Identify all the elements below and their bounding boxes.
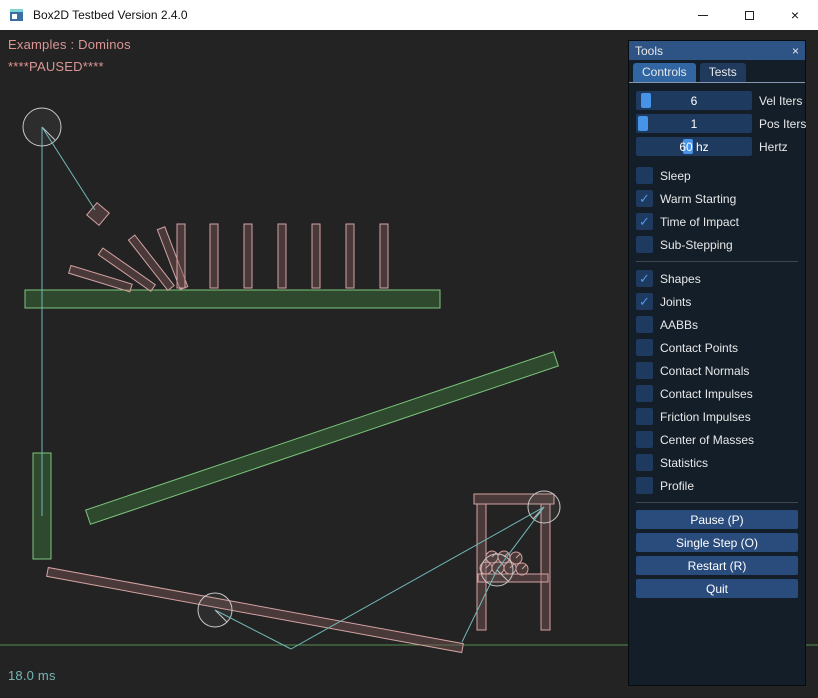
warm-starting-label: Warm Starting [660,192,736,206]
checkbox-row-aabbs: AABBs [636,315,798,334]
maximize-button[interactable] [726,0,772,30]
checkbox-row-center-of-masses: Center of Masses [636,430,798,449]
example-label: Examples : Dominos [8,37,131,52]
contact-points-checkbox[interactable] [636,339,653,356]
window-title: Box2D Testbed Version 2.4.0 [33,8,188,22]
check-icon: ✓ [639,295,650,308]
close-icon: × [791,8,799,22]
vel-iters-slider[interactable]: 6 [636,91,752,110]
checkbox-row-statistics: Statistics [636,453,798,472]
pos-iters-row: 1 Pos Iters [636,114,798,133]
separator [636,502,798,503]
vel-iters-value: 6 [636,91,752,110]
time-of-impact-label: Time of Impact [660,215,739,229]
checkbox-row-contact-impulses: Contact Impulses [636,384,798,403]
tab-controls[interactable]: Controls [633,63,696,82]
checkbox-row-sub-stepping: Sub-Stepping [636,235,798,254]
standing-dominos[interactable] [177,224,388,288]
contact-normals-label: Contact Normals [660,364,749,378]
static-shelf [25,290,440,308]
sub-stepping-checkbox[interactable] [636,236,653,253]
pos-iters-label: Pos Iters [759,117,806,131]
pos-iters-slider[interactable]: 1 [636,114,752,133]
checkbox-row-profile: Profile [636,476,798,495]
tools-body: 6 Vel Iters 1 Pos Iters 60 hz Hertz Slee… [629,83,805,598]
center-of-masses-checkbox[interactable] [636,431,653,448]
aabbs-checkbox[interactable] [636,316,653,333]
box2d-testbed-window: { "window": { "title": "Box2D Testbed Ve… [0,0,818,698]
maximize-icon [745,11,754,20]
tools-panel-titlebar[interactable]: Tools × [629,41,805,60]
minimize-button[interactable] [680,0,726,30]
statistics-checkbox[interactable] [636,454,653,471]
checkbox-row-contact-points: Contact Points [636,338,798,357]
frame-time-label: 18.0 ms [8,668,56,683]
warm-starting-checkbox[interactable]: ✓ [636,190,653,207]
center-of-masses-label: Center of Masses [660,433,754,447]
checkbox-row-friction-impulses: Friction Impulses [636,407,798,426]
hinged-box[interactable] [87,203,110,226]
sub-stepping-label: Sub-Stepping [660,238,733,252]
profile-label: Profile [660,479,694,493]
checkbox-row-contact-normals: Contact Normals [636,361,798,380]
friction-impulses-checkbox[interactable] [636,408,653,425]
sleep-label: Sleep [660,169,691,183]
tools-panel-title: Tools [635,44,663,58]
aabbs-label: AABBs [660,318,698,332]
contact-impulses-label: Contact Impulses [660,387,753,401]
separator [636,261,798,262]
hertz-row: 60 hz Hertz [636,137,798,156]
checkbox-row-sleep: Sleep [636,166,798,185]
seesaw-plank[interactable] [47,567,464,652]
close-button[interactable]: × [772,0,818,30]
tools-close-icon[interactable]: × [792,45,799,57]
paused-label: ****PAUSED**** [8,59,104,74]
time-of-impact-checkbox[interactable]: ✓ [636,213,653,230]
hertz-value: 60 hz [636,137,752,156]
window-titlebar[interactable]: Box2D Testbed Version 2.4.0 × [0,0,818,30]
pause-button[interactable]: Pause (P) [636,510,798,529]
statistics-label: Statistics [660,456,708,470]
vel-iters-row: 6 Vel Iters [636,91,798,110]
sleep-checkbox[interactable] [636,167,653,184]
restart-button[interactable]: Restart (R) [636,556,798,575]
joints-checkbox[interactable]: ✓ [636,293,653,310]
check-icon: ✓ [639,215,650,228]
minimize-icon [698,15,708,16]
hertz-slider[interactable]: 60 hz [636,137,752,156]
fallen-dominos[interactable] [69,227,188,292]
single-step-button[interactable]: Single Step (O) [636,533,798,552]
checkbox-row-warm-starting: ✓ Warm Starting [636,189,798,208]
shapes-label: Shapes [660,272,701,286]
quit-button[interactable]: Quit [636,579,798,598]
joints-label: Joints [660,295,691,309]
profile-checkbox[interactable] [636,477,653,494]
shapes-checkbox[interactable]: ✓ [636,270,653,287]
app-icon [9,7,25,23]
checkbox-row-time-of-impact: ✓ Time of Impact [636,212,798,231]
tools-panel: Tools × Controls Tests 6 Vel Iters 1 Pos… [628,40,806,686]
vel-iters-label: Vel Iters [759,94,802,108]
pos-iters-value: 1 [636,114,752,133]
tools-tabbar: Controls Tests [629,60,805,83]
hertz-label: Hertz [759,140,788,154]
checkbox-row-joints: ✓ Joints [636,292,798,311]
contact-points-label: Contact Points [660,341,738,355]
contact-impulses-checkbox[interactable] [636,385,653,402]
friction-impulses-label: Friction Impulses [660,410,751,424]
contact-normals-checkbox[interactable] [636,362,653,379]
checkbox-row-shapes: ✓ Shapes [636,269,798,288]
check-icon: ✓ [639,272,650,285]
check-icon: ✓ [639,192,650,205]
tab-tests[interactable]: Tests [700,63,746,82]
